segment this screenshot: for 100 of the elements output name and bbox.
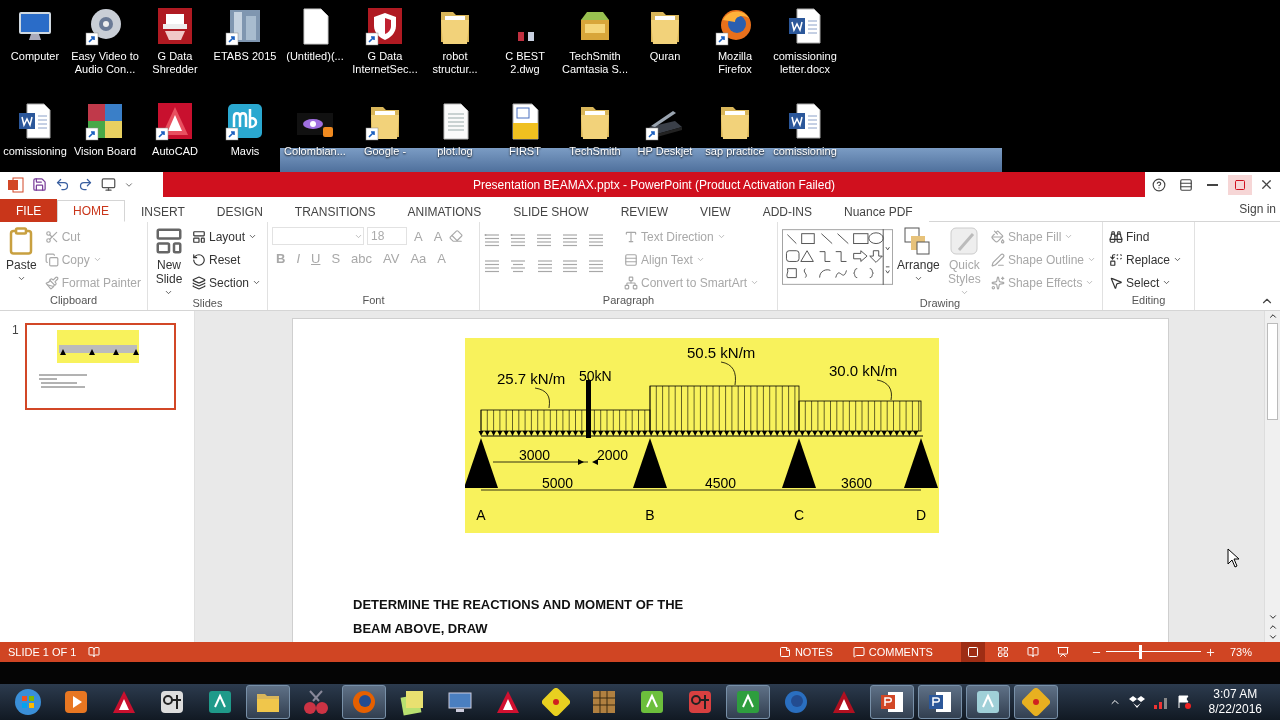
smartart-icon	[624, 275, 638, 290]
proofing-icon[interactable]	[88, 646, 101, 658]
support-label: B	[645, 507, 655, 523]
paste-button[interactable]: Paste	[4, 226, 39, 294]
close-icon	[1259, 177, 1274, 192]
span-label: 2000	[597, 447, 629, 463]
zoom-percentage[interactable]: 73%	[1229, 646, 1252, 658]
clock-time[interactable]: 3:07 AM	[1213, 687, 1258, 702]
desktop-icon-label[interactable]: comissioning letter.docx	[770, 50, 840, 76]
redo-icon[interactable]	[78, 177, 93, 192]
desktop-icon-label[interactable]: Computer	[10, 50, 60, 63]
support-triangle	[633, 438, 667, 488]
desktop-icon-label[interactable]: G Data InternetSec...	[350, 50, 420, 76]
support-label: C	[793, 507, 805, 523]
window-title: Presentation BEAMAX.pptx - PowerPoint (Product Activation Failed)	[472, 177, 836, 192]
color-grid-icon[interactable]	[85, 101, 125, 141]
help-icon	[1151, 177, 1166, 192]
maximize-button[interactable]	[1227, 174, 1252, 195]
caret-icon	[1085, 278, 1095, 287]
shredder-icon[interactable]	[155, 6, 195, 46]
load-label: 50.5 kN/m	[687, 344, 756, 361]
slide-indicator: SLIDE 1 OF 1	[8, 646, 77, 658]
arrange-button[interactable]: Arrange	[897, 226, 940, 297]
caret-icon	[16, 274, 26, 283]
caret-icon	[1064, 232, 1074, 241]
file-tab[interactable]: FILE	[0, 199, 57, 222]
presenter-icon[interactable]	[101, 177, 116, 192]
desktop-icon-label[interactable]: Easy Video to Audio Con...	[70, 50, 140, 76]
desktop-icon-label[interactable]: robot structur...	[420, 50, 490, 76]
support-triangle	[465, 438, 498, 488]
desktop-icon-label[interactable]: TechSmith Camtasia S...	[560, 50, 630, 76]
binoculars-icon	[1109, 229, 1123, 244]
reset-icon	[191, 252, 206, 267]
previous-slide-icon[interactable]	[1267, 622, 1278, 632]
slideshow-icon	[1056, 646, 1069, 658]
support-label: A	[476, 507, 486, 523]
scroll-up-icon[interactable]	[1267, 311, 1278, 321]
ribbon-button[interactable]: Section	[189, 272, 263, 293]
taskbar-button[interactable]	[918, 685, 962, 719]
paint-bucket-icon	[990, 229, 1005, 244]
comments-button[interactable]: COMMENTS	[846, 642, 939, 662]
ribbon-button[interactable]: Reset	[189, 249, 263, 270]
desktop-icon-label[interactable]: Mavis	[230, 145, 260, 158]
shield-icon[interactable]	[365, 6, 405, 46]
desktop-icon-label[interactable]: comissioning	[3, 145, 67, 158]
leader-line	[534, 387, 550, 409]
taskbar-button[interactable]	[870, 685, 914, 719]
new-slide-icon	[154, 226, 184, 256]
notes-icon	[778, 646, 791, 658]
scroll-down-icon[interactable]	[1267, 612, 1278, 622]
desktop-icon-label[interactable]: ETABS 2015	[213, 50, 277, 63]
taskbar-button[interactable]	[246, 685, 290, 719]
desktop-icon-label[interactable]: (Untitled)(...	[286, 50, 344, 63]
slide-sorter-icon	[996, 646, 1009, 658]
signal-icon[interactable]	[1152, 695, 1169, 709]
new-slide-button[interactable]: New Slide	[152, 226, 186, 297]
sparkles-icon	[990, 275, 1005, 290]
vertical-scrollbar[interactable]	[1264, 311, 1280, 642]
copy-icon	[44, 252, 59, 267]
caret-icon	[695, 255, 705, 264]
ribbon-button[interactable]: Find	[1107, 226, 1185, 247]
sign-in-link[interactable]: Sign in	[1239, 202, 1276, 216]
scroll-thumb[interactable]	[1267, 323, 1278, 420]
ribbon-tab[interactable]: HOME	[57, 200, 125, 222]
caret-icon	[913, 274, 923, 283]
taskbar-button[interactable]	[726, 685, 770, 719]
ribbon-button[interactable]: Layout	[189, 226, 263, 247]
taskbar-button[interactable]	[966, 685, 1010, 719]
desktop-icon-label[interactable]: Quran	[649, 50, 681, 63]
caret-icon	[750, 278, 760, 287]
caret-icon	[252, 278, 261, 287]
desktop-icon-label[interactable]: Vision Board	[73, 145, 137, 158]
replace-icon	[1109, 252, 1123, 267]
zoom-thumb[interactable]	[1139, 645, 1143, 659]
caret-icon	[959, 288, 969, 297]
ribbon-button[interactable]: Replace	[1107, 249, 1185, 270]
app-tile-icon[interactable]	[225, 101, 265, 141]
caret-icon	[1162, 278, 1172, 287]
view-button[interactable]	[960, 642, 985, 662]
triangle-logo-icon[interactable]	[155, 101, 195, 141]
shape-gallery-drawing[interactable]	[782, 226, 894, 288]
undo-icon[interactable]	[55, 177, 70, 192]
desktop-icon-label[interactable]: C BEST 2.dwg	[490, 50, 560, 76]
desktop-icon-label[interactable]: G Data Shredder	[140, 50, 210, 76]
save-icon[interactable]	[32, 177, 47, 192]
zoom-in-icon[interactable]	[1204, 646, 1216, 658]
app-logo-icon	[8, 176, 24, 193]
clock-date[interactable]: 8/22/2016	[1208, 702, 1262, 717]
leader-line	[876, 379, 892, 401]
slide-number: 1	[12, 323, 19, 339]
desktop-icon-label[interactable]: AutoCAD	[152, 145, 198, 158]
group-label: Slides	[191, 297, 224, 310]
next-slide-icon[interactable]	[1267, 632, 1278, 642]
box-tray-icon[interactable]	[1128, 695, 1145, 709]
flag-icon[interactable]	[1176, 695, 1191, 709]
notes-button[interactable]: NOTES	[772, 642, 839, 662]
text-direction-icon	[624, 229, 638, 244]
ribbon-button[interactable]: Select	[1107, 272, 1185, 293]
desktop-icon-label[interactable]: Mozilla Firefox	[700, 50, 770, 76]
brush-icon	[44, 275, 59, 290]
